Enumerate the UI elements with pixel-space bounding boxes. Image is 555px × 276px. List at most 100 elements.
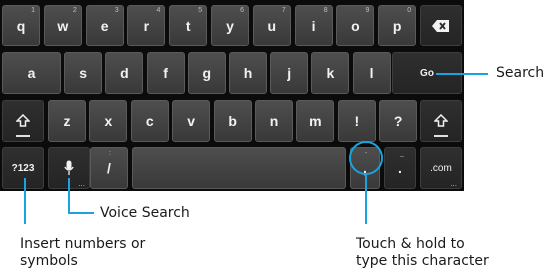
- more-options-dots: ...: [78, 179, 85, 188]
- key-s[interactable]: s: [64, 52, 103, 94]
- key-g-label: g: [202, 65, 212, 81]
- key-exclamation-label: !: [354, 113, 360, 129]
- key-t-hint: 5: [198, 7, 203, 14]
- key-n-label: n: [269, 113, 279, 129]
- key-j[interactable]: j: [270, 52, 309, 94]
- key-o[interactable]: 9o: [336, 5, 375, 46]
- key-t[interactable]: 5t: [169, 5, 208, 46]
- shift-icon: [434, 114, 448, 127]
- key-r-label: r: [143, 17, 150, 34]
- key-e-label: e: [100, 17, 109, 34]
- key-d[interactable]: d: [105, 52, 144, 94]
- key-t-label: t: [185, 17, 191, 34]
- key-a[interactable]: a: [2, 52, 61, 94]
- key-exclamation[interactable]: !: [337, 100, 376, 142]
- key-h-label: h: [243, 65, 253, 81]
- key-i-label: i: [311, 17, 316, 34]
- key-p-hint: 0: [407, 7, 412, 14]
- key-g[interactable]: g: [187, 52, 226, 94]
- key-y-label: y: [226, 17, 234, 34]
- key-q[interactable]: 1q: [2, 5, 40, 46]
- key-k-label: k: [326, 65, 335, 81]
- space-bar[interactable]: [132, 147, 346, 189]
- shift-icon: [16, 114, 30, 127]
- key-f[interactable]: f: [146, 52, 185, 94]
- key-a-label: a: [27, 65, 36, 81]
- backspace-icon: [432, 19, 449, 32]
- insert-numbers-line-1: Insert numbers or: [20, 236, 146, 252]
- key-w[interactable]: 2w: [43, 5, 82, 46]
- key-p-label: p: [392, 17, 402, 34]
- symbols-key-label: ?123: [11, 162, 35, 174]
- onscreen-keyboard: Go ?123 ... : / - , _ . .com ... 1 q 2 w…: [0, 0, 464, 191]
- symbols-key[interactable]: ?123: [2, 147, 44, 189]
- key-b-label: b: [228, 113, 237, 129]
- key-v[interactable]: v: [172, 100, 211, 142]
- insert-numbers-line-2: symbols: [20, 253, 78, 269]
- key-e-hint: 3: [114, 7, 119, 14]
- key-f-label: f: [163, 65, 168, 81]
- key-y-hint: 6: [240, 7, 244, 14]
- insert-numbers-annotation: Insert numbers or symbols: [20, 236, 145, 270]
- key-b[interactable]: b: [213, 100, 252, 142]
- go-key-label: Go: [420, 67, 434, 79]
- key-p[interactable]: 0p: [378, 5, 417, 46]
- key-k[interactable]: k: [311, 52, 350, 94]
- key-h[interactable]: h: [229, 52, 267, 94]
- key-c-label: c: [145, 113, 154, 129]
- key-v-label: v: [187, 113, 196, 129]
- slash-key[interactable]: : /: [90, 147, 128, 189]
- touch-hold-callout-line: [365, 175, 367, 224]
- key-w-label: w: [57, 17, 69, 34]
- key-o-label: o: [351, 17, 360, 34]
- key-u-hint: 7: [281, 7, 286, 14]
- microphone-icon: [64, 160, 74, 175]
- period-key-hint: _: [400, 150, 404, 157]
- key-question[interactable]: ?: [379, 100, 418, 142]
- voice-search-callout-line-horizontal: [68, 212, 94, 214]
- key-n[interactable]: n: [255, 100, 293, 142]
- key-r[interactable]: 4r: [127, 5, 166, 46]
- touch-hold-annotation: Touch & hold to type this character: [356, 236, 489, 270]
- slash-key-hint: :: [109, 150, 111, 157]
- key-e[interactable]: 3e: [85, 5, 124, 46]
- key-u[interactable]: 7u: [252, 5, 291, 46]
- voice-search-annotation: Voice Search: [100, 205, 190, 221]
- shift-key-right[interactable]: [420, 100, 462, 142]
- key-z[interactable]: z: [48, 100, 86, 142]
- key-q-hint: 1: [31, 7, 35, 14]
- key-x[interactable]: x: [89, 100, 128, 142]
- touch-hold-line-2: type this character: [356, 253, 489, 269]
- key-w-hint: 2: [72, 7, 77, 14]
- touch-hold-callout-circle: [349, 141, 383, 175]
- key-l-label: l: [369, 65, 374, 81]
- key-j-label: j: [287, 65, 292, 81]
- key-x-label: x: [104, 113, 113, 129]
- key-r-hint: 4: [156, 7, 161, 14]
- key-u-label: u: [267, 17, 277, 34]
- shift-key-left[interactable]: [2, 100, 44, 142]
- key-l[interactable]: l: [352, 52, 391, 94]
- key-c[interactable]: c: [130, 100, 169, 142]
- key-q-label: q: [16, 17, 26, 34]
- symbols-callout-line: [24, 178, 26, 224]
- shift-indicator: [434, 135, 448, 137]
- key-question-label: ?: [393, 113, 403, 129]
- dotcom-key[interactable]: .com ...: [420, 147, 462, 189]
- backspace-key[interactable]: [420, 5, 462, 46]
- shift-indicator: [16, 135, 30, 137]
- key-m[interactable]: m: [296, 100, 335, 142]
- key-s-label: s: [79, 65, 88, 81]
- search-callout-line: [436, 73, 488, 75]
- touch-hold-line-1: Touch & hold to: [356, 236, 465, 252]
- key-d-label: d: [120, 65, 129, 81]
- key-i-hint: 8: [323, 7, 328, 14]
- key-i[interactable]: 8i: [294, 5, 333, 46]
- more-options-dots: ...: [450, 179, 457, 188]
- key-z-label: z: [63, 113, 71, 129]
- key-m-label: m: [309, 113, 322, 129]
- key-y[interactable]: 6y: [211, 5, 249, 46]
- search-annotation: Search: [496, 65, 545, 81]
- period-key[interactable]: _ .: [384, 147, 416, 189]
- dotcom-key-label: .com: [430, 162, 452, 174]
